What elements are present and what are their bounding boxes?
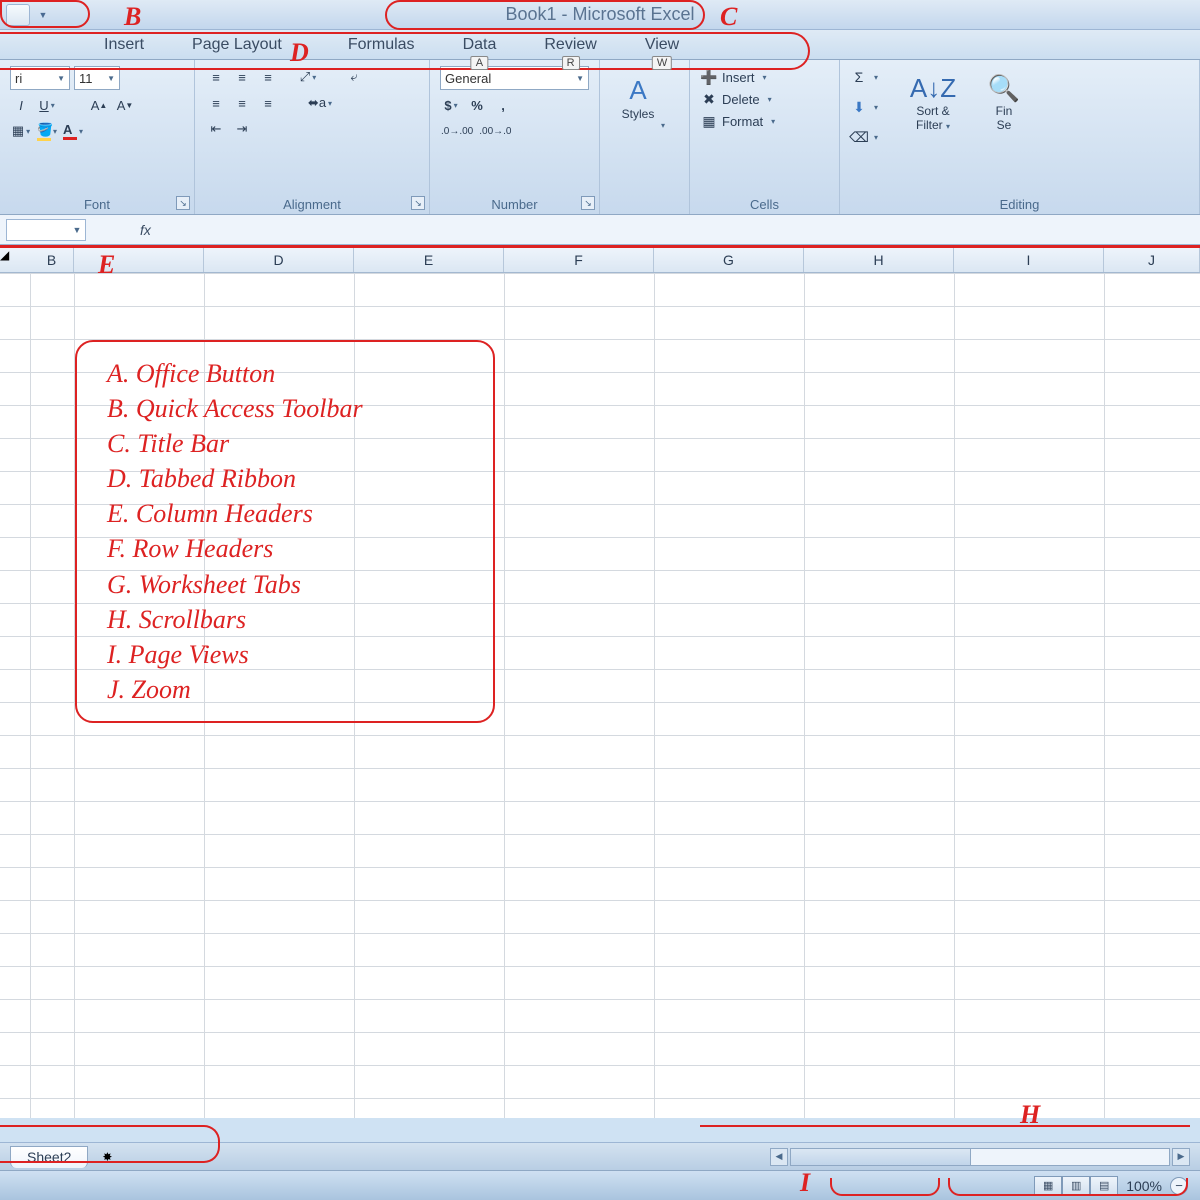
col-header[interactable]: G bbox=[654, 248, 804, 272]
chevron-down-icon: ▼ bbox=[69, 225, 85, 235]
find-icon: 🔍 bbox=[988, 72, 1020, 104]
name-box[interactable]: ▼ bbox=[6, 219, 86, 241]
annotation-circle-d bbox=[0, 32, 810, 70]
format-icon: ▦ bbox=[700, 112, 718, 130]
key-tip: A bbox=[471, 56, 488, 70]
currency-button[interactable]: $▾ bbox=[440, 94, 462, 116]
scroll-track[interactable] bbox=[790, 1148, 1170, 1166]
decrease-indent-button[interactable]: ⇤ bbox=[205, 118, 227, 140]
align-right-button[interactable]: ≡ bbox=[257, 92, 279, 114]
sigma-icon: Σ bbox=[850, 68, 868, 86]
col-header[interactable]: F bbox=[504, 248, 654, 272]
group-cells: ➕Insert▾ ✖Delete▾ ▦Format▾ Cells bbox=[690, 60, 840, 214]
label: Filter bbox=[916, 118, 943, 132]
annotation-letter-b: B bbox=[124, 2, 141, 32]
annotation-letter-c: C bbox=[720, 2, 737, 32]
underline-button[interactable]: U▾ bbox=[36, 94, 58, 116]
annotation-bracket-j bbox=[948, 1178, 1188, 1196]
styles-label: Styles bbox=[622, 107, 655, 121]
format-cells-button[interactable]: ▦Format▾ bbox=[700, 110, 829, 132]
key-tip: R bbox=[562, 56, 580, 70]
col-header[interactable]: E bbox=[354, 248, 504, 272]
sort-filter-button[interactable]: A↓Z Sort & Filter ▾ bbox=[896, 66, 970, 138]
group-label: Font bbox=[10, 195, 184, 212]
styles-button[interactable]: A Styles ▾ bbox=[610, 66, 666, 138]
column-headers: ◢ B D E F G H I J bbox=[0, 245, 1200, 273]
annotation-circle-c bbox=[385, 0, 705, 30]
col-header[interactable]: I bbox=[954, 248, 1104, 272]
group-editing: Σ▾ ⬇▾ ⌫▾ A↓Z Sort & Filter ▾ 🔍 Fin Se Ed… bbox=[840, 60, 1200, 214]
increase-decimal-button[interactable]: .0→.00 bbox=[440, 120, 474, 142]
clear-button[interactable]: ⌫▾ bbox=[850, 126, 878, 148]
annotation-circle-g bbox=[0, 1125, 220, 1163]
group-number: General▼ $▾ % , .0→.00 .00→.0 Number ↘ bbox=[430, 60, 600, 214]
annotation-bracket-i bbox=[830, 1178, 940, 1196]
col-header[interactable]: J bbox=[1104, 248, 1200, 272]
sort-icon: A↓Z bbox=[917, 72, 949, 104]
align-center-button[interactable]: ≡ bbox=[231, 92, 253, 114]
delete-cells-button[interactable]: ✖Delete▾ bbox=[700, 88, 829, 110]
scroll-left-icon[interactable]: ◀ bbox=[770, 1148, 788, 1166]
find-select-button[interactable]: 🔍 Fin Se bbox=[974, 66, 1034, 138]
scroll-thumb[interactable] bbox=[791, 1149, 971, 1165]
annotation-letter-e: E bbox=[98, 250, 115, 280]
styles-icon: A bbox=[622, 75, 654, 107]
group-label: Editing bbox=[850, 195, 1189, 212]
eraser-icon: ⌫ bbox=[850, 128, 868, 146]
annotation-line-h bbox=[700, 1125, 1190, 1127]
col-header[interactable]: D bbox=[204, 248, 354, 272]
group-label: Number bbox=[440, 195, 589, 212]
annotation-circle-a bbox=[0, 0, 90, 28]
group-label: Cells bbox=[700, 195, 829, 212]
col-header[interactable] bbox=[74, 248, 204, 272]
group-styles: A Styles ▾ bbox=[600, 60, 690, 214]
dialog-launcher-icon[interactable]: ↘ bbox=[176, 196, 190, 210]
annotation-legend: A. Office ButtonB. Quick Access ToolbarC… bbox=[75, 340, 495, 723]
font-color-button[interactable]: A▾ bbox=[62, 120, 84, 142]
label: Fin bbox=[996, 104, 1013, 118]
shrink-font-button[interactable]: A▼ bbox=[114, 94, 136, 116]
dialog-launcher-icon[interactable]: ↘ bbox=[581, 196, 595, 210]
scroll-right-icon[interactable]: ▶ bbox=[1172, 1148, 1190, 1166]
label: Se bbox=[997, 118, 1012, 132]
label: Insert bbox=[722, 70, 755, 85]
font-name-value: ri bbox=[15, 71, 22, 86]
col-header[interactable]: B bbox=[30, 248, 74, 272]
italic-button[interactable]: I bbox=[10, 94, 32, 116]
horizontal-scrollbar[interactable]: ◀ ▶ bbox=[770, 1148, 1200, 1166]
merge-center-button[interactable]: ⬌a▾ bbox=[297, 92, 343, 114]
group-font: ri▼ 11▼ I U▾ A▲ A▼ ▦▾ 🪣▾ A▾ Font ↘ bbox=[0, 60, 195, 214]
fx-label[interactable]: fx bbox=[140, 222, 151, 238]
dialog-launcher-icon[interactable]: ↘ bbox=[411, 196, 425, 210]
label: Sort & bbox=[916, 104, 949, 118]
autosum-button[interactable]: Σ▾ bbox=[850, 66, 878, 88]
label: Format bbox=[722, 114, 763, 129]
fill-down-icon: ⬇ bbox=[850, 98, 868, 116]
percent-button[interactable]: % bbox=[466, 94, 488, 116]
grow-font-button[interactable]: A▲ bbox=[88, 94, 110, 116]
key-tip: W bbox=[652, 56, 672, 70]
increase-indent-button[interactable]: ⇥ bbox=[231, 118, 253, 140]
number-format-value: General bbox=[445, 71, 491, 86]
insert-icon: ➕ bbox=[700, 68, 718, 86]
comma-button[interactable]: , bbox=[492, 94, 514, 116]
select-all-corner[interactable]: ◢ bbox=[0, 248, 30, 272]
font-size-value: 11 bbox=[79, 71, 93, 86]
group-alignment: ≡ ≡ ≡ ⤢▾ ⤶ ≡ ≡ ≡ ⬌a▾ ⇤ ⇥ Alignment ↘ bbox=[195, 60, 430, 214]
annotation-letter-i: I bbox=[800, 1168, 810, 1198]
ribbon: ri▼ 11▼ I U▾ A▲ A▼ ▦▾ 🪣▾ A▾ Font ↘ ≡ ≡ bbox=[0, 60, 1200, 215]
label: Delete bbox=[722, 92, 760, 107]
group-label: Alignment bbox=[205, 195, 419, 212]
annotation-letter-d: D bbox=[290, 38, 309, 68]
col-header[interactable]: H bbox=[804, 248, 954, 272]
align-left-button[interactable]: ≡ bbox=[205, 92, 227, 114]
border-button[interactable]: ▦▾ bbox=[10, 120, 32, 142]
fill-color-button[interactable]: 🪣▾ bbox=[36, 120, 58, 142]
decrease-decimal-button[interactable]: .00→.0 bbox=[478, 120, 512, 142]
formula-bar: ▼ fx bbox=[0, 215, 1200, 245]
delete-icon: ✖ bbox=[700, 90, 718, 108]
fill-button[interactable]: ⬇▾ bbox=[850, 96, 878, 118]
